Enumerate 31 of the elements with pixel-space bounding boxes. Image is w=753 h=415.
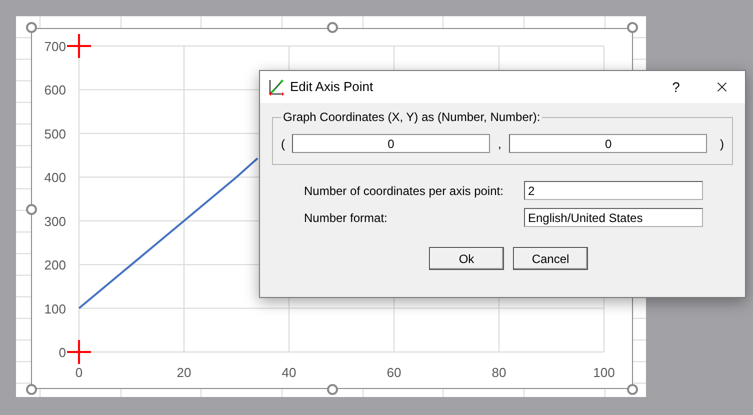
axis-tick-label: 700 [44,39,66,54]
axis-tick-label: 300 [44,214,66,229]
window-title: Edit Axis Point [290,78,374,96]
axis-tick-label: 60 [386,365,402,380]
crosshair-marker [67,34,91,58]
axis-tick-label: 100 [593,365,615,380]
axis-tick-label: 400 [44,170,66,186]
axis-tick-label: 600 [44,82,66,98]
crosshair-marker [67,340,91,364]
help-button[interactable]: ? [653,71,699,103]
axis-tick-label: 500 [44,126,66,142]
dialog-button[interactable]: Cancel [513,247,588,270]
input-field[interactable]: 2 [524,181,703,200]
chart-icon [268,78,285,96]
axis-tick-label: 100 [44,301,66,316]
field-label: Number of coordinates per axis point: [304,182,504,200]
close-paren: ) [720,136,724,152]
axis-tick-label: 80 [492,365,506,380]
separator: , [498,136,502,152]
axis-tick-label: 200 [44,258,66,273]
axis-tick-label: 0 [75,365,83,380]
axis-tick-label: 20 [176,365,192,380]
axis-tick-label: 0 [58,345,66,360]
dialog-button[interactable]: Ok [429,247,504,270]
x-coordinate-field[interactable]: 0 [292,134,490,153]
group-label: Graph Coordinates (X, Y) as (Number, Number): [281,109,542,125]
y-coordinate-field[interactable]: 0 [509,134,708,153]
field-label: Number format: [304,210,388,226]
input-field[interactable]: English/United States [524,208,703,227]
open-paren: ( [281,136,285,152]
axis-tick-label: 40 [282,365,296,380]
